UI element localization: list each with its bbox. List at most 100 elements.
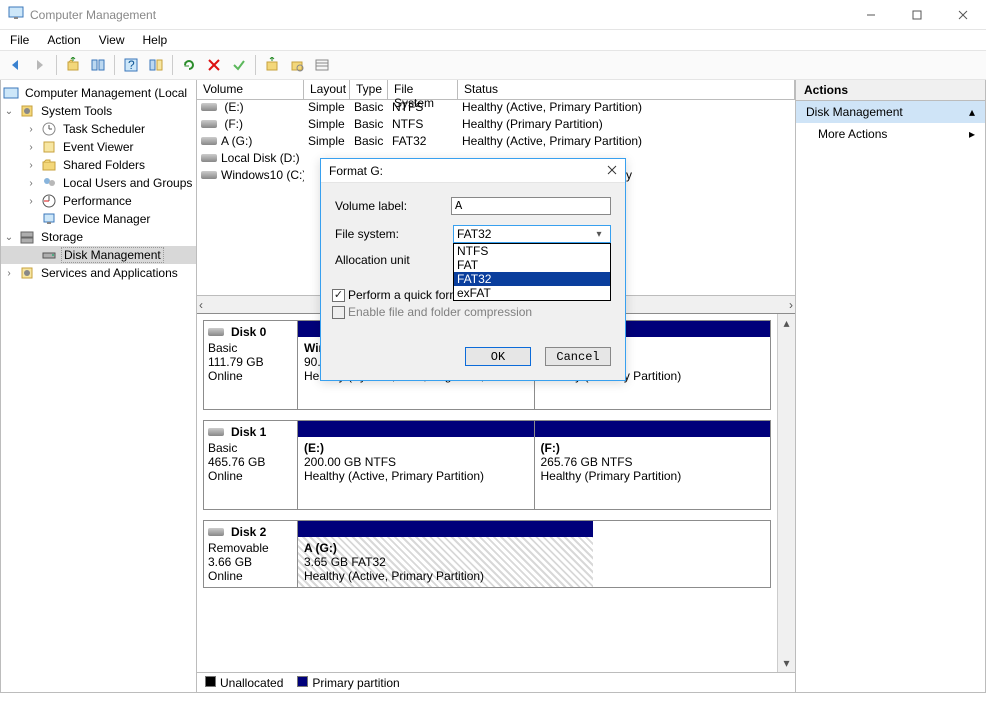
forward-icon[interactable] (29, 54, 51, 76)
tree-services[interactable]: ›Services and Applications (1, 264, 196, 282)
dialog-close-button[interactable] (607, 164, 617, 178)
minimize-button[interactable] (848, 0, 894, 30)
volume-status: Healthy (Active, Primary Partition) (458, 134, 795, 151)
file-system-dropdown[interactable]: FAT32 ▾ NTFSFATFAT32exFAT (453, 225, 611, 243)
menu-help[interactable]: Help (143, 33, 168, 47)
window-title: Computer Management (30, 8, 156, 22)
volume-row[interactable]: A (G:)SimpleBasicFAT32Healthy (Active, P… (197, 134, 795, 151)
volume-name: (E:) (221, 100, 244, 114)
ok-button[interactable]: OK (465, 347, 531, 366)
back-icon[interactable] (4, 54, 26, 76)
disk-kind: Basic (208, 441, 293, 455)
menu-file[interactable]: File (10, 33, 29, 47)
refresh-icon[interactable] (178, 54, 200, 76)
col-type[interactable]: Type (350, 80, 388, 99)
partition[interactable]: (E:)200.00 GB NTFSHealthy (Active, Prima… (298, 421, 534, 509)
disk-size: 465.76 GB (208, 455, 293, 469)
partition[interactable]: A (G:)3.65 GB FAT32Healthy (Active, Prim… (298, 521, 593, 587)
volume-row[interactable]: (E:)SimpleBasicNTFSHealthy (Active, Prim… (197, 100, 795, 117)
volume-label-input[interactable] (451, 197, 611, 215)
volume-filesystem: NTFS (388, 117, 458, 134)
legend-unallocated-swatch (205, 676, 216, 687)
help-icon[interactable]: ? (120, 54, 142, 76)
disk-kind: Basic (208, 341, 293, 355)
disk-state: Online (208, 369, 293, 383)
tree-device-manager[interactable]: Device Manager (1, 210, 196, 228)
cancel-button[interactable]: Cancel (545, 347, 611, 366)
maximize-button[interactable] (894, 0, 940, 30)
file-system-option[interactable]: exFAT (454, 286, 610, 300)
partition-header (535, 421, 771, 437)
actions-header: Actions (796, 80, 985, 101)
drive-icon (201, 120, 217, 128)
drive-icon (201, 154, 217, 162)
volume-row[interactable]: (F:)SimpleBasicNTFSHealthy (Primary Part… (197, 117, 795, 134)
tree-event-viewer[interactable]: ›Event Viewer (1, 138, 196, 156)
legend: Unallocated Primary partition (197, 672, 795, 692)
disk-size: 3.66 GB (208, 555, 293, 569)
partition-name: (F:) (541, 441, 765, 455)
compression-checkbox[interactable] (332, 306, 345, 319)
chevron-down-icon: ▾ (591, 229, 607, 240)
nav-tree: Computer Management (Local ⌄System Tools… (1, 80, 197, 692)
folder-search-icon[interactable] (286, 54, 308, 76)
partition-info: 200.00 GB NTFS (304, 455, 528, 469)
disk-row: Disk 1Basic465.76 GBOnline (E:)200.00 GB… (203, 420, 771, 510)
checkmark-icon[interactable] (228, 54, 250, 76)
actions-disk-management[interactable]: Disk Management▴ (796, 101, 985, 123)
volume-name: Windows10 (C:) (221, 168, 304, 182)
quick-format-checkbox[interactable]: ✓ (332, 289, 345, 302)
up-icon[interactable] (62, 54, 84, 76)
scroll-right-icon[interactable]: › (789, 298, 793, 312)
format-dialog: Format G: Volume label: File system: FAT… (320, 158, 626, 381)
legend-primary-swatch (297, 676, 308, 687)
tree-local-users[interactable]: ›Local Users and Groups (1, 174, 196, 192)
volume-layout: Simple (304, 134, 350, 151)
menu-view[interactable]: View (99, 33, 125, 47)
actions-pane: Actions Disk Management▴ More Actions▸ (795, 80, 985, 692)
col-filesystem[interactable]: File System (388, 80, 458, 99)
show-hide-console-icon[interactable] (87, 54, 109, 76)
partition[interactable]: (F:)265.76 GB NTFSHealthy (Primary Parti… (534, 421, 771, 509)
col-status[interactable]: Status (458, 80, 795, 99)
drive-icon (208, 528, 224, 536)
disk-kind: Removable (208, 541, 293, 555)
delete-icon[interactable] (203, 54, 225, 76)
volume-type: Basic (350, 117, 388, 134)
list-view-icon[interactable] (311, 54, 333, 76)
file-system-option[interactable]: FAT32 (454, 272, 610, 286)
volume-name: Local Disk (D:) (221, 151, 300, 165)
legend-unallocated-label: Unallocated (220, 676, 283, 690)
file-system-option[interactable]: FAT (454, 258, 610, 272)
tree-task-scheduler[interactable]: ›Task Scheduler (1, 120, 196, 138)
tree-performance[interactable]: ›Performance (1, 192, 196, 210)
col-layout[interactable]: Layout (304, 80, 350, 99)
quick-format-label: Perform a quick format (348, 288, 469, 302)
actions-more-actions[interactable]: More Actions▸ (796, 123, 985, 145)
titlebar: Computer Management (0, 0, 986, 30)
disk-info: Disk 0Basic111.79 GBOnline (204, 321, 298, 409)
tree-storage[interactable]: ⌄Storage (1, 228, 196, 246)
tree-system-tools[interactable]: ⌄System Tools (1, 102, 196, 120)
disk-info: Disk 2Removable3.66 GBOnline (204, 521, 298, 587)
tree-root[interactable]: Computer Management (Local (1, 84, 196, 102)
menu-action[interactable]: Action (47, 33, 80, 47)
col-volume[interactable]: Volume (197, 80, 304, 99)
folder-up-icon[interactable] (261, 54, 283, 76)
drive-icon (208, 328, 224, 336)
tree-disk-management[interactable]: Disk Management (1, 246, 196, 264)
properties-icon[interactable] (145, 54, 167, 76)
file-system-option[interactable]: NTFS (454, 244, 610, 258)
disk-row: Disk 2Removable3.66 GBOnlineA (G:)3.65 G… (203, 520, 771, 588)
tree-shared-folders[interactable]: ›Shared Folders (1, 156, 196, 174)
scroll-left-icon[interactable]: ‹ (199, 298, 203, 312)
app-icon (8, 5, 24, 24)
volume-status: Healthy (Active, Primary Partition) (458, 100, 795, 117)
compression-label: Enable file and folder compression (348, 305, 532, 319)
file-system-label: File system: (335, 227, 453, 241)
drive-icon (201, 171, 217, 179)
disk-panel-vscroll[interactable]: ▴▾ (777, 314, 795, 672)
close-button[interactable] (940, 0, 986, 30)
volume-type: Basic (350, 134, 388, 151)
disk-state: Online (208, 569, 293, 583)
